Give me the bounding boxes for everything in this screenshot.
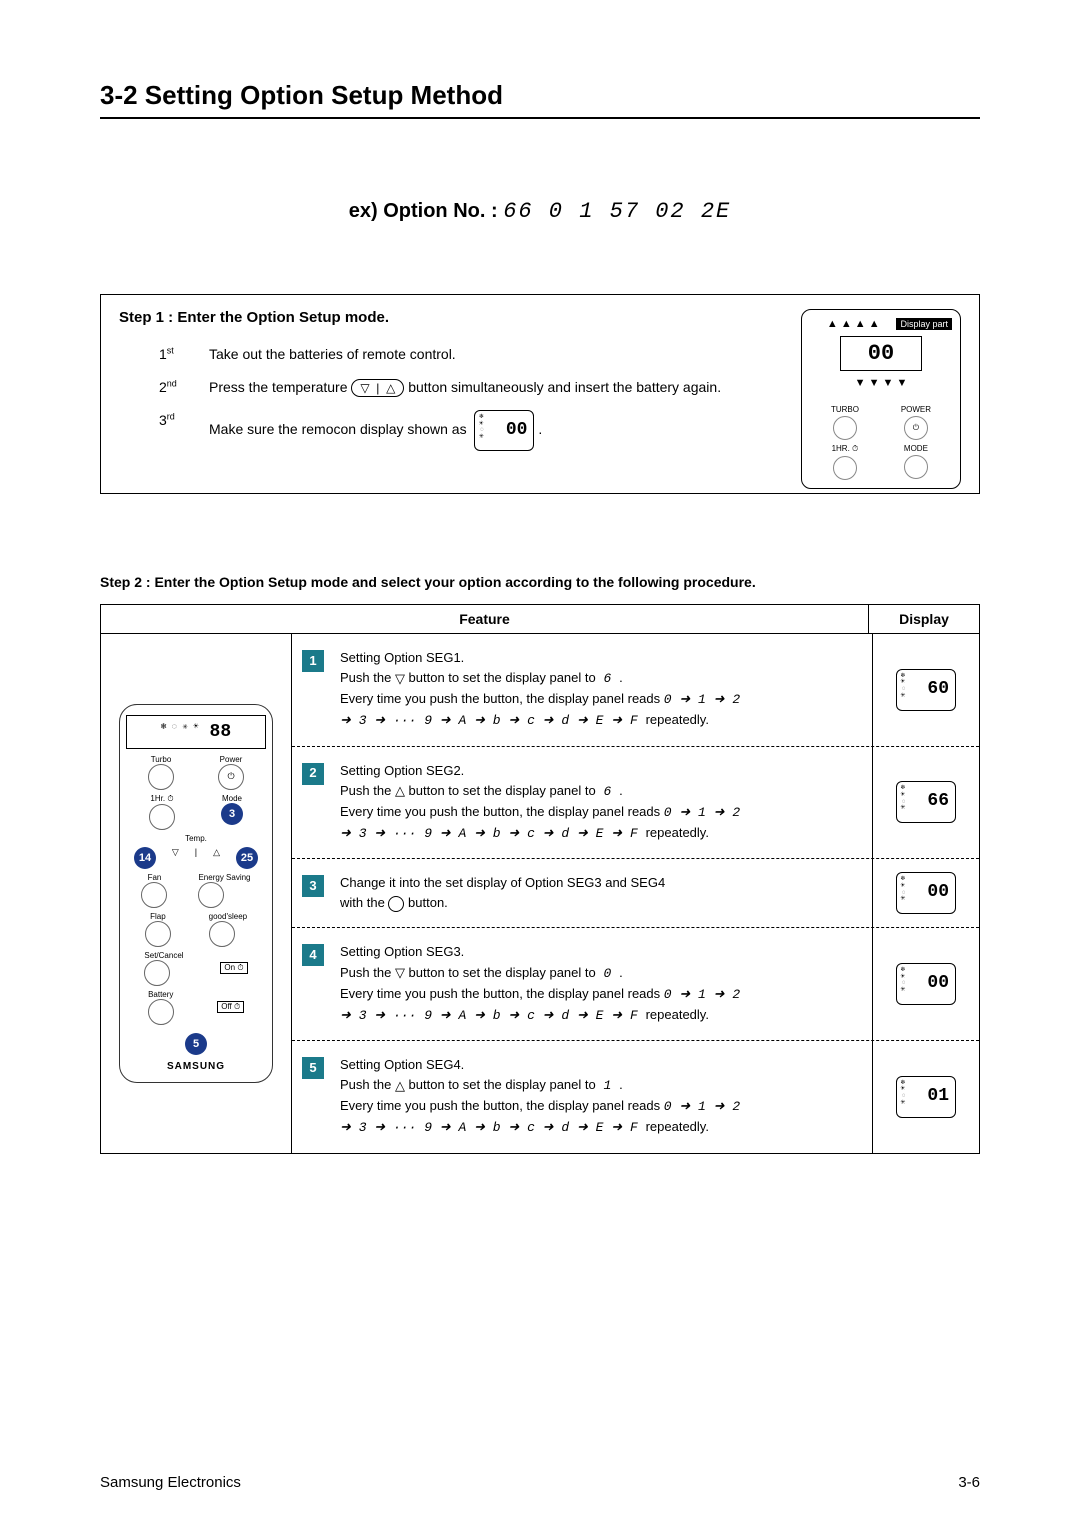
procedure-body: ❄ ◌ ✳ ☀ 88 Turbo Power⏻ 1Hr. ⏱ Mode3 Tem… [101, 634, 979, 1153]
temp-up-icon: △ [213, 847, 220, 869]
col-feature: Feature [101, 605, 869, 633]
hr-button-icon [833, 456, 857, 480]
step-text: Change it into the set display of Option… [340, 873, 872, 913]
mode-circle-icon [388, 896, 404, 912]
title-rule [100, 117, 980, 119]
energy-btn-icon [198, 882, 224, 908]
procedure-step-5: 5 Setting Option SEG4.Push the button to … [292, 1041, 979, 1153]
callout-25: 25 [236, 847, 258, 869]
set-btn-icon [144, 960, 170, 986]
sleep-btn-icon [209, 921, 235, 947]
step1-ord-3: 3rd [159, 410, 209, 451]
on-label: On ⏱ [220, 962, 247, 974]
procedure-step-3: 3 Change it into the set display of Optio… [292, 859, 979, 928]
step-number-badge: 3 [302, 875, 324, 897]
step2-heading: Step 2 : Enter the Option Setup mode and… [100, 574, 980, 590]
step-text: Setting Option SEG2.Push the button to s… [340, 761, 872, 845]
remote-illustration-col: ❄ ◌ ✳ ☀ 88 Turbo Power⏻ 1Hr. ⏱ Mode3 Tem… [101, 634, 292, 1153]
batt-btn-icon [148, 999, 174, 1025]
step-number-badge: 5 [302, 1057, 324, 1079]
step-number-badge: 2 [302, 763, 324, 785]
turbo-btn-icon [148, 764, 174, 790]
page: 3-2 Setting Option Setup Method ex) Opti… [0, 0, 1080, 1527]
mode-button-icon [904, 455, 928, 479]
temp-down-icon: ▽ [172, 847, 179, 869]
callout-14: 14 [134, 847, 156, 869]
up-triangle-icon [395, 1076, 405, 1096]
page-title: 3-2 Setting Option Setup Method [100, 80, 980, 111]
step1-ord-1: 1st [159, 344, 209, 365]
step1-box: Step 1 : Enter the Option Setup mode. 1s… [100, 294, 980, 494]
remote-illustration-lcd: ❄ ◌ ✳ ☀ 88 [126, 715, 266, 749]
procedure-step-2: 2 Setting Option SEG2.Push the button to … [292, 747, 979, 860]
step-number-badge: 1 [302, 650, 324, 672]
example-option-line: ex) Option No. : 66 0 1 57 02 2E [100, 199, 980, 224]
remote-turbo: TURBO 1HR. ⏱ [831, 405, 859, 480]
display-tile: 66 [896, 781, 956, 823]
display-cell: 60 [872, 634, 979, 746]
steps-column: 1 Setting Option SEG1.Push the button to … [292, 634, 979, 1153]
col-display: Display [869, 605, 979, 633]
mini-display-00: 00 [474, 410, 534, 451]
callout-3: 3 [221, 803, 243, 825]
display-cell: 00 [872, 928, 979, 1040]
example-value: 66 0 1 57 02 2E [503, 199, 731, 224]
off-label: Off ⏱ [217, 1001, 244, 1013]
power-btn-icon: ⏻ [218, 764, 244, 790]
remote-display-part: Display part ▲ ▲ ▲ ▲ 00 ▼ ▼ ▼ ▼ TURBO 1H… [801, 309, 961, 489]
procedure-header: Feature Display [101, 605, 979, 634]
turbo-button-icon [833, 416, 857, 440]
procedure-step-4: 4 Setting Option SEG3.Push the button to … [292, 928, 979, 1041]
display-part-tag: Display part [896, 318, 952, 330]
remote-lcd: 00 [840, 336, 922, 371]
callout-5: 5 [185, 1033, 207, 1055]
remote-illustration: ❄ ◌ ✳ ☀ 88 Turbo Power⏻ 1Hr. ⏱ Mode3 Tem… [119, 704, 273, 1083]
procedure-step-1: 1 Setting Option SEG1.Push the button to … [292, 634, 979, 747]
remote-power: POWER ⏻ MODE [901, 405, 931, 480]
hr-btn-icon [149, 804, 175, 830]
step-text: Setting Option SEG4.Push the button to s… [340, 1055, 872, 1139]
step-text: Setting Option SEG1.Push the button to s… [340, 648, 872, 732]
down-triangle-icon [395, 963, 405, 983]
display-cell: 01 [872, 1041, 979, 1153]
step1-ord-2: 2nd [159, 377, 209, 398]
up-triangle-icon [395, 781, 405, 801]
brand-label: SAMSUNG [126, 1061, 266, 1072]
display-cell: 66 [872, 747, 979, 859]
example-label: ex) Option No. : [349, 200, 498, 222]
footer-right: 3-6 [958, 1474, 980, 1491]
temp-down-up-button: ▽ | △ [351, 379, 404, 397]
remote-btn-row: TURBO 1HR. ⏱ POWER ⏻ MODE [810, 405, 952, 480]
step-text: Setting Option SEG3.Push the button to s… [340, 942, 872, 1026]
display-cell: 00 [872, 859, 979, 927]
fan-btn-icon [141, 882, 167, 908]
display-tile: 00 [896, 872, 956, 914]
power-button-icon: ⏻ [904, 416, 928, 440]
display-tile: 00 [896, 963, 956, 1005]
arrows-bottom: ▼ ▼ ▼ ▼ [810, 377, 952, 389]
display-tile: 01 [896, 1076, 956, 1118]
down-triangle-icon [395, 669, 405, 689]
page-footer: Samsung Electronics 3-6 [100, 1474, 980, 1491]
display-tile: 60 [896, 669, 956, 711]
procedure-table: Feature Display ❄ ◌ ✳ ☀ 88 Turbo Power⏻ … [100, 604, 980, 1154]
step-number-badge: 4 [302, 944, 324, 966]
flap-btn-icon [145, 921, 171, 947]
footer-left: Samsung Electronics [100, 1474, 241, 1491]
